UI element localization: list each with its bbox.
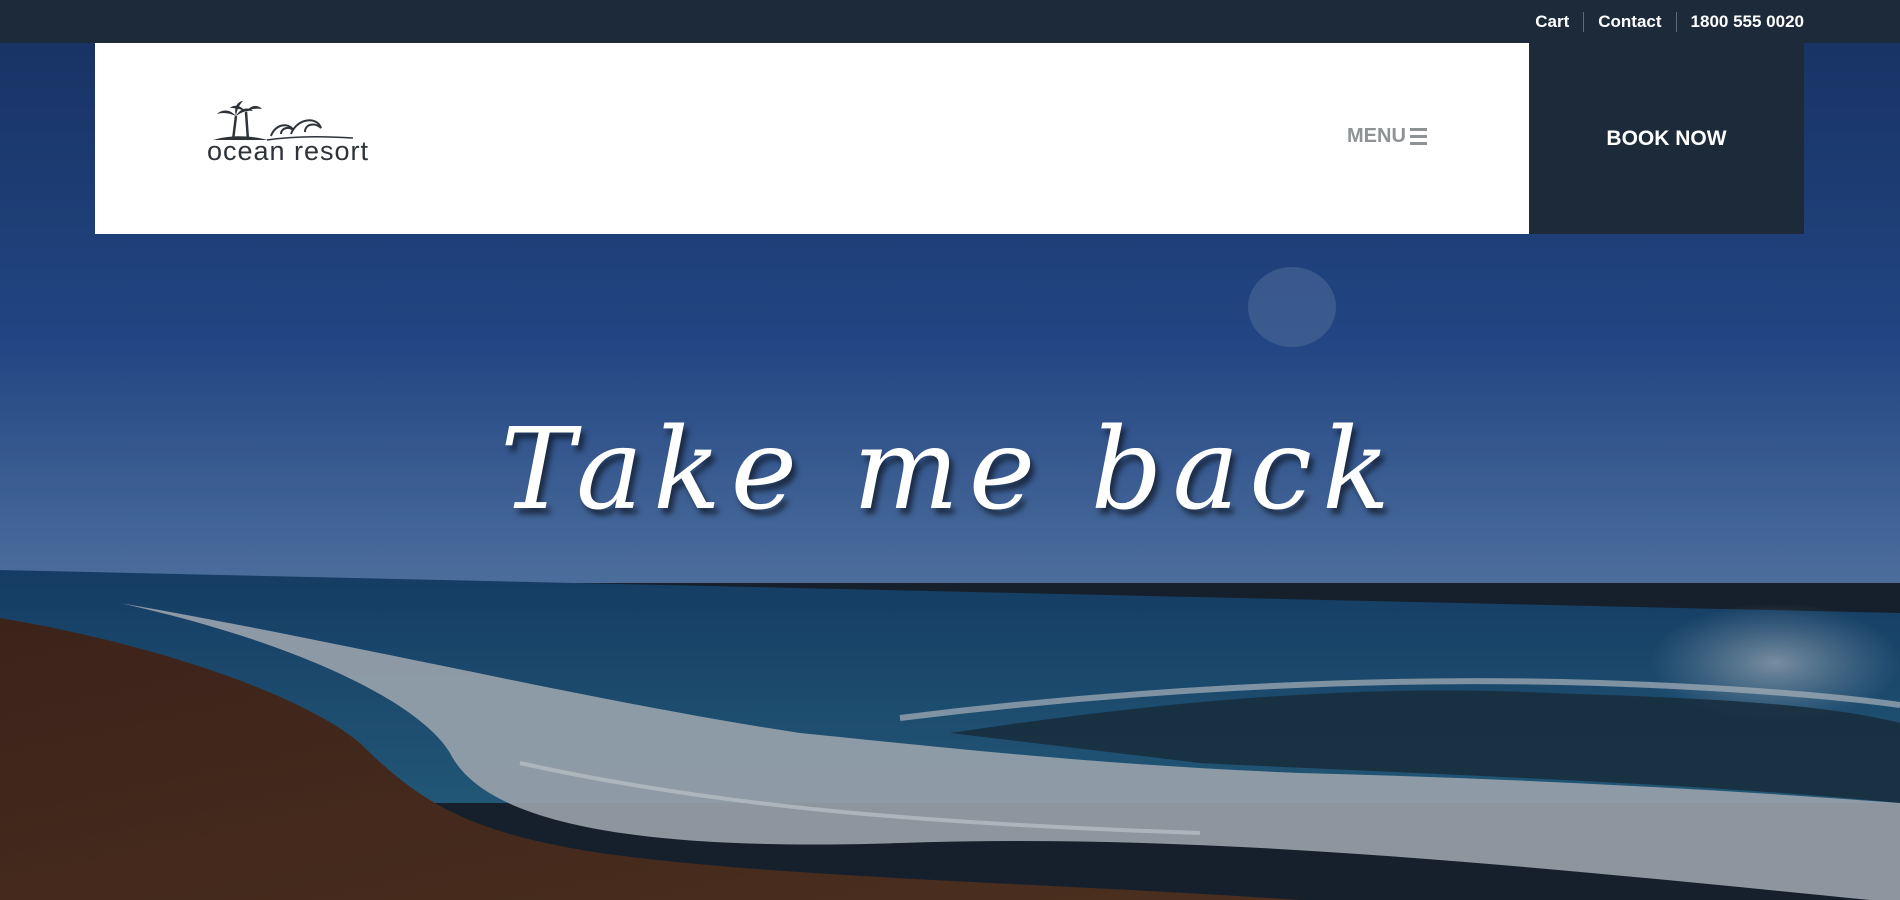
- site-logo[interactable]: ocean resort: [193, 98, 383, 168]
- top-links: Cart Contact 1800 555 0020: [1535, 0, 1804, 43]
- top-utility-bar: Cart Contact 1800 555 0020: [0, 0, 1900, 43]
- cart-link[interactable]: Cart: [1535, 12, 1569, 32]
- site-header: ocean resort MENU: [95, 43, 1529, 234]
- menu-label: MENU: [1347, 125, 1406, 147]
- book-now-button[interactable]: BOOK NOW: [1529, 43, 1804, 234]
- divider: [1675, 11, 1677, 32]
- hamburger-icon: [1409, 128, 1427, 145]
- logo-text: ocean resort: [206, 136, 370, 166]
- contact-link[interactable]: Contact: [1598, 12, 1661, 32]
- hero-headline: Take me back: [500, 405, 1400, 535]
- menu-button[interactable]: MENU: [1347, 125, 1427, 148]
- phone-link[interactable]: 1800 555 0020: [1691, 12, 1804, 32]
- divider: [1583, 11, 1585, 32]
